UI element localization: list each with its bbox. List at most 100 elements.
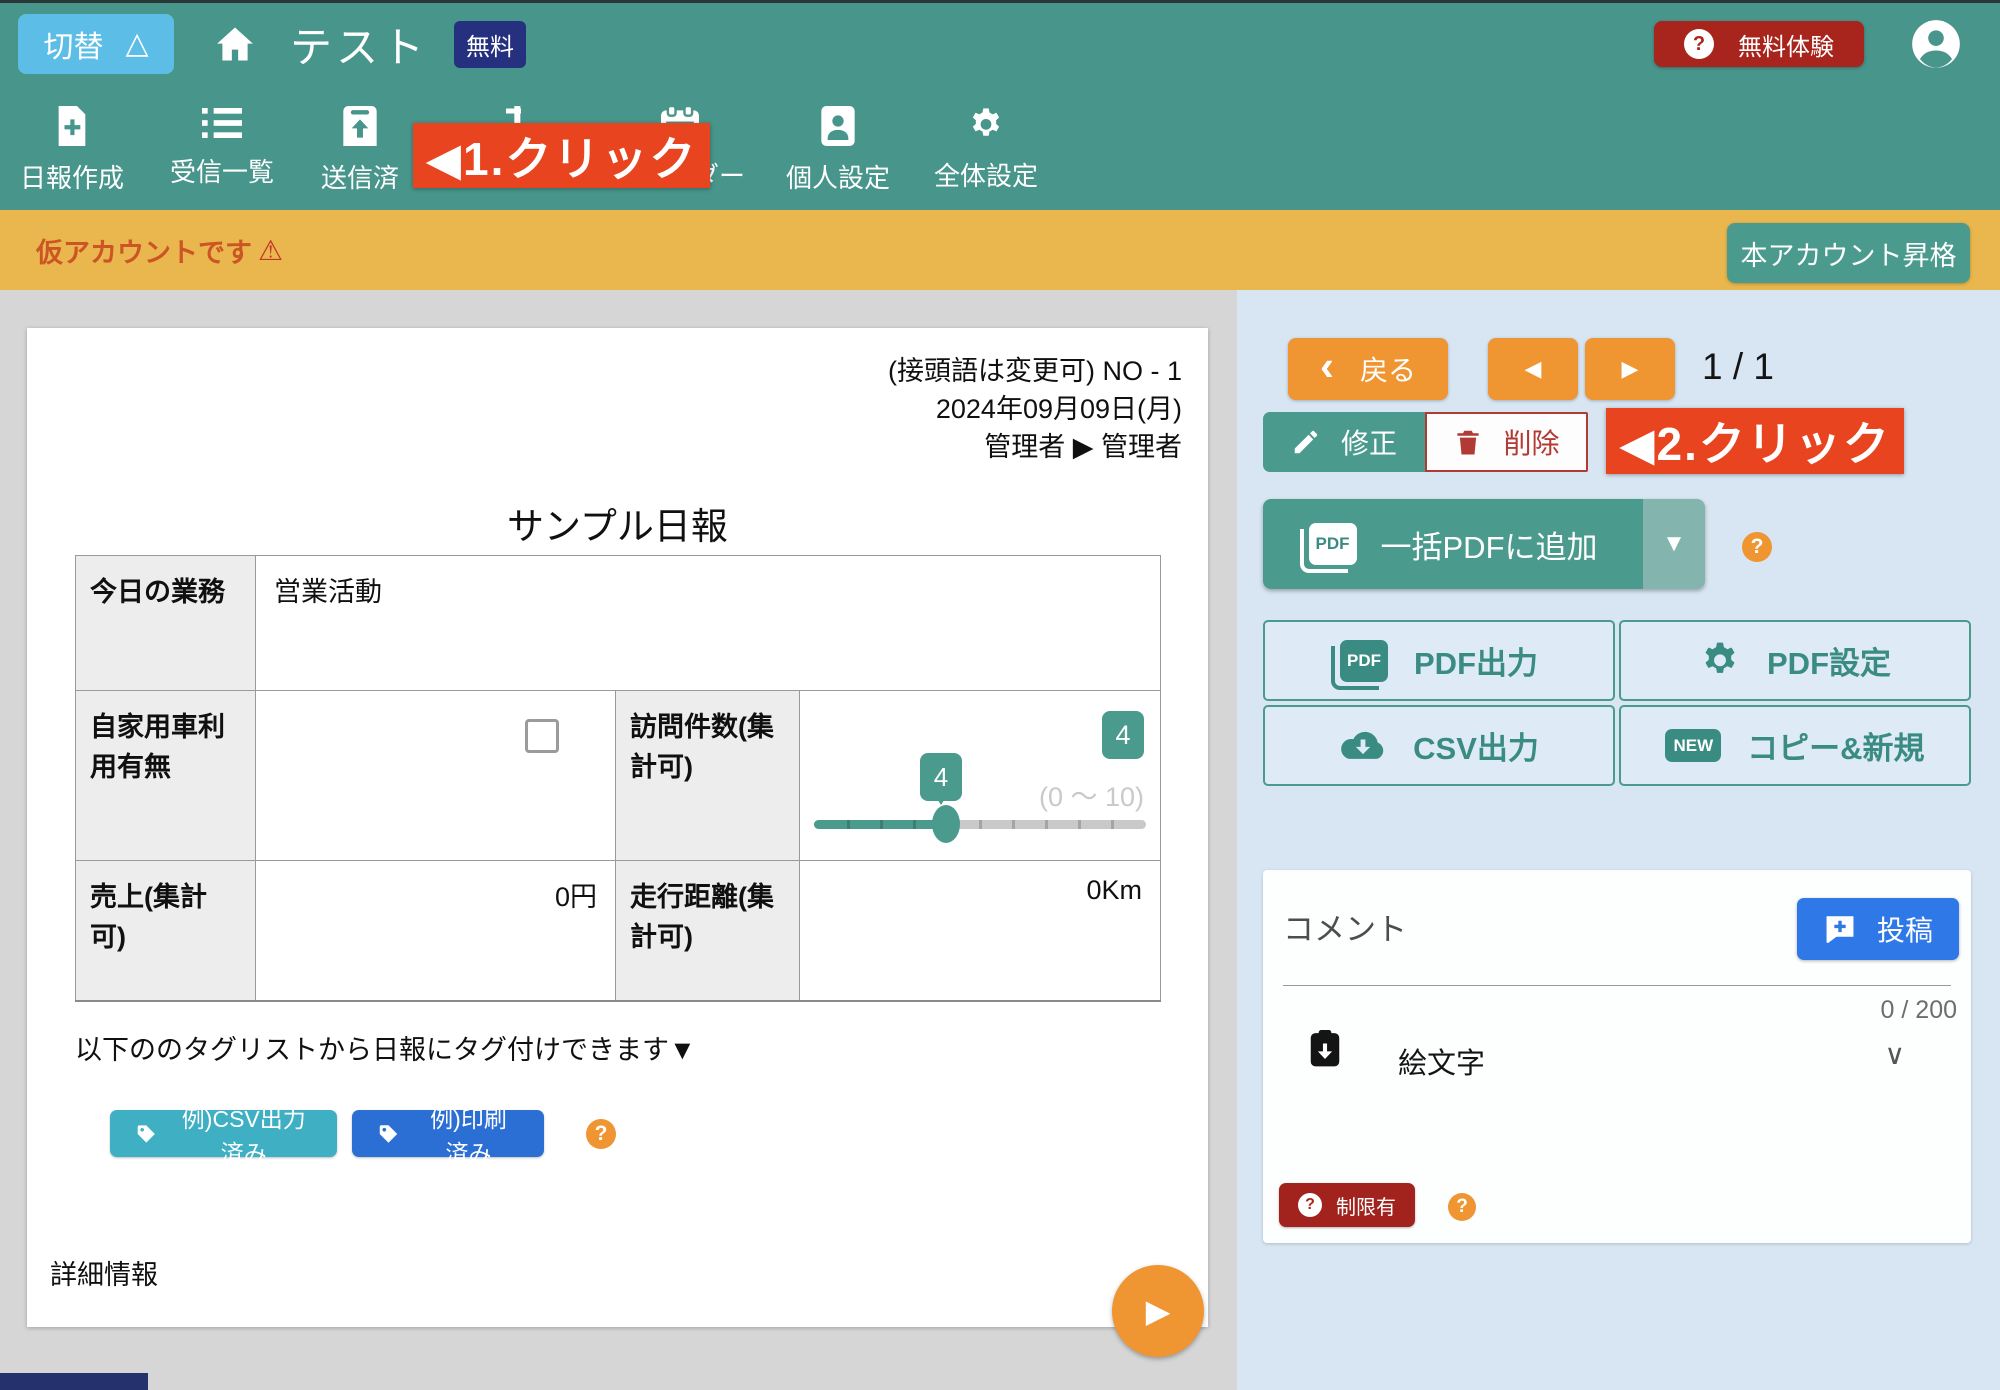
field-label-distance: 走行距離(集計可) [616, 861, 800, 1001]
triangle-icon: △ [125, 29, 148, 59]
free-trial-button[interactable]: ? 無料体験 [1654, 21, 1864, 67]
help-icon: ? [1298, 1193, 1322, 1217]
report-meta: (接頭語は変更可) NO - 1 2024年09月09日(月) 管理者 ▶ 管理… [888, 352, 1182, 466]
bulk-pdf-dropdown[interactable]: ▼ [1643, 499, 1705, 589]
nav-label: 個人設定 [786, 158, 890, 195]
action-label: コピー&新規 [1747, 723, 1924, 768]
warning-icon: ⚠ [258, 234, 283, 267]
pencil-icon [1291, 427, 1321, 457]
post-label: 投稿 [1877, 909, 1933, 949]
next-report-button[interactable]: ▶ [1585, 338, 1675, 400]
limit-info-button[interactable]: ? 制限有 [1279, 1183, 1415, 1227]
delete-label: 削除 [1503, 422, 1559, 462]
action-label: PDF設定 [1767, 638, 1891, 683]
switch-label: 切替 [43, 22, 103, 66]
emoji-dropdown[interactable]: 絵文字 ∨ [1263, 1028, 1971, 1094]
tags-help-icon[interactable]: ? [586, 1119, 616, 1149]
app-title: テスト [290, 14, 428, 75]
nav-item-inbox-list[interactable]: 受信一覧 [170, 106, 274, 189]
bulk-pdf-button[interactable]: PDF 一括PDFに追加 ▼ [1263, 499, 1705, 589]
details-label: 詳細情報 [50, 1253, 158, 1292]
back-button[interactable]: ‹ 戻る [1288, 338, 1448, 400]
nav-item-personal-settings[interactable]: 個人設定 [786, 106, 890, 195]
action-grid: PDF PDF出力 PDF設定 CSV出力 NEW コピー&新規 [1263, 620, 1971, 786]
temp-account-warning-bar: 仮アカウントです ⚠ 本アカウント昇格 [0, 210, 2000, 290]
new-badge-icon: NEW [1665, 729, 1721, 762]
tutorial-callout-step2: ◀2.クリック [1606, 408, 1904, 474]
edit-button[interactable]: 修正 [1263, 412, 1425, 472]
nav-label: 送信済 [321, 158, 399, 195]
divider [1283, 985, 1951, 986]
cloud-download-icon [1339, 729, 1387, 763]
field-value-distance: 0Km [800, 861, 1161, 1001]
tags-row: 例)CSV出力済み 例)印刷済み ? [110, 1110, 616, 1157]
comment-char-counter: 0 / 200 [1881, 996, 1957, 1025]
plan-badge: 無料 [454, 21, 526, 68]
field-label-sales: 売上(集計可) [76, 861, 256, 1001]
bottom-left-strip [0, 1373, 148, 1390]
upgrade-account-button[interactable]: 本アカウント昇格 [1727, 223, 1970, 283]
limit-label: 制限有 [1336, 1191, 1396, 1220]
csv-export-button[interactable]: CSV出力 [1263, 705, 1615, 786]
field-value-visits: 4 (0 ～ 10) 4 [800, 691, 1161, 861]
box-upload-icon [343, 106, 377, 146]
post-comment-button[interactable]: 投稿 [1797, 898, 1959, 960]
report-table: 今日の業務 営業活動 自家用車利用有無 訪問件数(集計可) 4 (0 ～ 10)… [75, 555, 1161, 1002]
visits-value-badge: 4 [1102, 711, 1144, 759]
pdf-export-button[interactable]: PDF PDF出力 [1263, 620, 1615, 701]
user-avatar-icon[interactable] [1910, 18, 1962, 70]
next-page-fab[interactable]: ▶ [1112, 1265, 1204, 1357]
gear-icon [1699, 640, 1741, 682]
tag-icon [136, 1121, 157, 1147]
limit-help-icon[interactable]: ? [1448, 1193, 1476, 1221]
chevron-down-icon: ∨ [1885, 1038, 1906, 1071]
file-plus-icon [55, 106, 89, 146]
free-trial-label: 無料体験 [1738, 27, 1834, 62]
trash-icon [1453, 427, 1483, 457]
bulk-pdf-main[interactable]: PDF 一括PDFに追加 [1263, 499, 1643, 589]
visits-slider[interactable] [814, 820, 1146, 829]
car-use-checkbox[interactable] [525, 719, 559, 753]
bulk-pdf-help-icon[interactable]: ? [1742, 532, 1772, 562]
report-route: 管理者 ▶ 管理者 [888, 428, 1182, 466]
pdf-stack-icon: PDF [1309, 523, 1357, 565]
slider-thumb[interactable] [932, 805, 960, 843]
tag-csv-exported[interactable]: 例)CSV出力済み [110, 1110, 337, 1157]
nav-item-report-create[interactable]: 日報作成 [20, 106, 124, 195]
tag-icon [378, 1121, 399, 1147]
chevron-left-icon: ‹ [1320, 345, 1334, 387]
comment-input[interactable]: コメント [1283, 904, 1663, 964]
back-label: 戻る [1360, 349, 1416, 389]
field-value-today: 営業活動 [256, 556, 1161, 691]
prev-report-button[interactable]: ◀ [1488, 338, 1578, 400]
edit-label: 修正 [1341, 422, 1397, 462]
side-action-panel: ‹ 戻る ◀ ▶ 1 / 1 修正 削除 ◀2.クリック PDF 一括PDFに追… [1237, 290, 2000, 1390]
nav-item-global-settings[interactable]: 全体設定 [934, 106, 1038, 193]
field-label-car: 自家用車利用有無 [76, 691, 256, 861]
pdf-settings-button[interactable]: PDF設定 [1619, 620, 1971, 701]
comment-card: コメント 投稿 0 / 200 絵文字 ∨ ? 制限有 ? [1263, 870, 1971, 1243]
switch-button[interactable]: 切替 △ [18, 14, 174, 74]
gear-icon [967, 106, 1005, 144]
tag-label: 例)印刷済み [419, 1100, 518, 1168]
bulk-pdf-label: 一括PDFに追加 [1381, 522, 1598, 567]
report-card: (接頭語は変更可) NO - 1 2024年09月09日(月) 管理者 ▶ 管理… [27, 328, 1208, 1327]
field-label-visits: 訪問件数(集計可) [616, 691, 800, 861]
home-icon[interactable] [214, 23, 256, 65]
copy-new-button[interactable]: NEW コピー&新規 [1619, 705, 1971, 786]
clipboard-down-icon [1309, 1030, 1341, 1073]
app-header: 切替 △ テスト 無料 ? 無料体験 日報作成 受信一覧 送信済 [0, 0, 2000, 210]
page-indicator: 1 / 1 [1702, 346, 1774, 388]
slider-value-bubble: 4 [920, 753, 962, 801]
delete-button[interactable]: 削除 [1425, 412, 1588, 472]
tag-printed[interactable]: 例)印刷済み [352, 1110, 544, 1157]
nav-item-sent[interactable]: 送信済 [321, 106, 399, 195]
visits-range-label: (0 ～ 10) [1039, 775, 1144, 814]
report-title: サンプル日報 [27, 496, 1208, 550]
tag-hint-text: 以下ののタグリストから日報にタグ付けできます▼ [75, 1028, 696, 1067]
field-value-car [256, 691, 616, 861]
dropdown-arrow-icon: ▼ [1662, 530, 1686, 558]
main-nav: 日報作成 受信一覧 送信済 カレンダー 個人設定 全体設定 ◀1.クリック [0, 88, 2000, 210]
warning-message: 仮アカウントです ⚠ [36, 231, 283, 270]
nav-label: 受信一覧 [170, 152, 274, 189]
